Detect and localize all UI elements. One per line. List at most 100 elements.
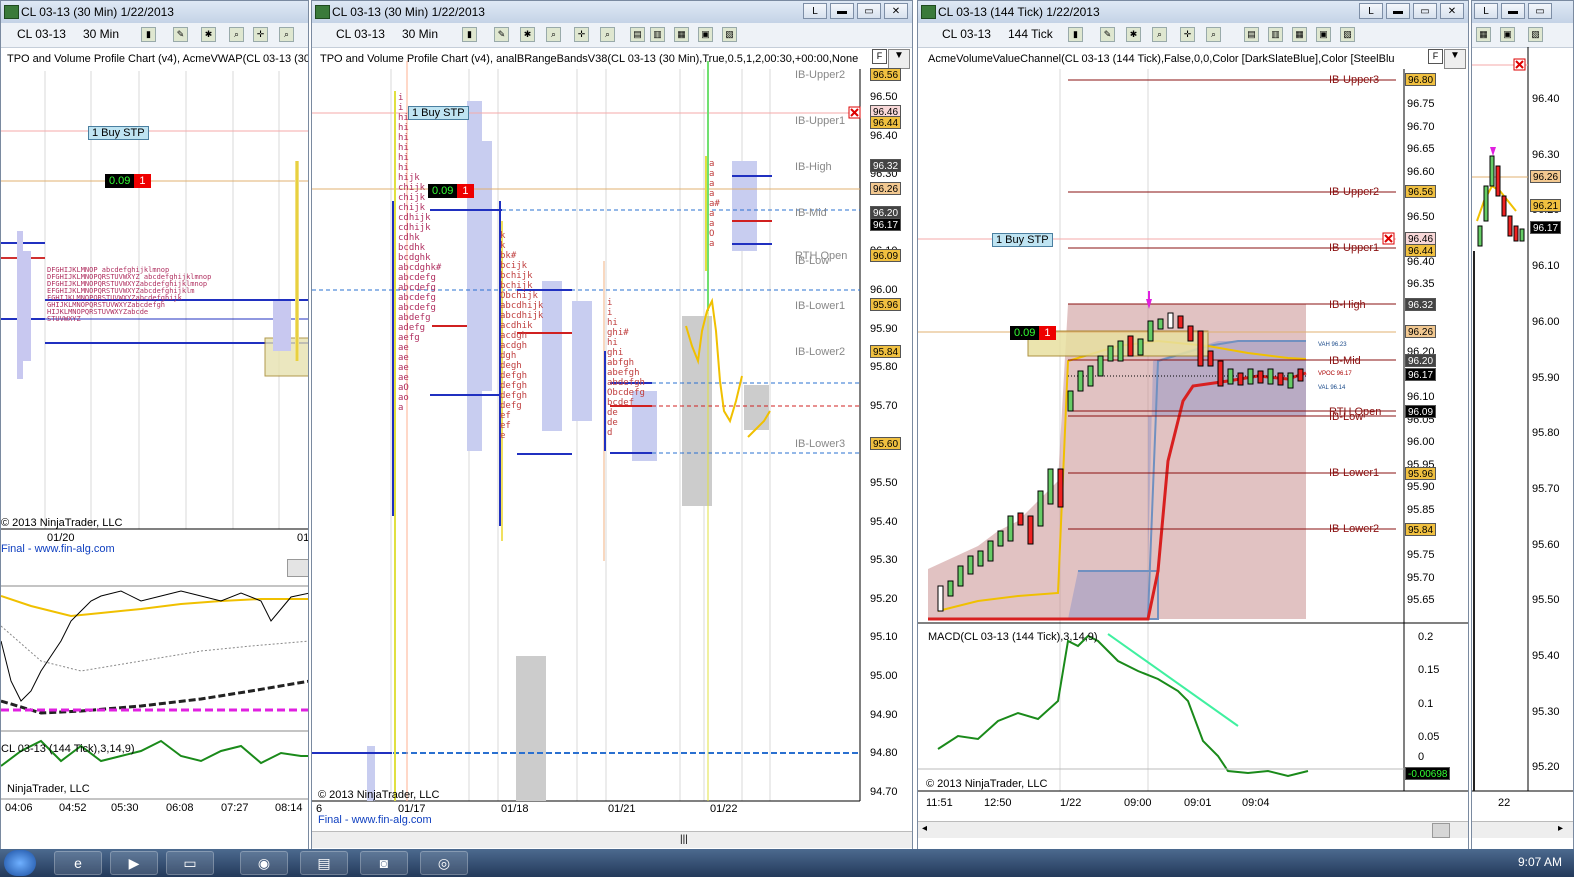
price-tag: 95.96 — [1405, 467, 1437, 480]
price-axis-label: 96.65 — [1407, 143, 1435, 156]
buy-stp-order[interactable]: 1 Buy STP — [992, 233, 1053, 247]
price-axis-label: 95.40 — [870, 515, 898, 528]
pnl-value: 0.09 — [428, 184, 458, 198]
tpo-profile-4: a a a a a# a a O a — [709, 159, 720, 249]
price-axis-label: 95.90 — [1407, 481, 1435, 494]
horizontal-scrollbar[interactable]: ||| — [312, 831, 912, 848]
buy-stp-order[interactable]: 1 Buy STP — [408, 106, 469, 120]
folder-icon[interactable]: ▭ — [166, 851, 214, 875]
far-right-chart-canvas[interactable] — [1472, 1, 1574, 850]
internet-explorer-icon[interactable]: e — [54, 851, 102, 875]
time-label: 09:00 — [1124, 797, 1152, 809]
macd-axis-label: 0 — [1418, 751, 1425, 763]
price-axis-label: 96.60 — [1407, 165, 1435, 178]
time-label: 06:08 — [166, 802, 194, 814]
ib-label: IB-Lower2 — [795, 346, 846, 358]
scroll-left-icon[interactable]: ◂ — [922, 823, 927, 834]
chrome-icon[interactable]: ◎ — [420, 851, 468, 875]
ib-label: IB-Lower2 — [1329, 523, 1380, 535]
ib-label: IB-Lower1 — [795, 300, 846, 312]
price-axis-label: 96.10 — [1407, 391, 1435, 404]
ib-label: IB-Upper3 — [1329, 74, 1380, 86]
tpo-profile-3: i i hi ghi# hi ghi abfgh abefgh abdefgh … — [607, 298, 645, 438]
position-pnl-marker[interactable]: 0.09 1 — [105, 174, 151, 188]
scroll-grip-icon: ||| — [680, 834, 688, 845]
price-tag: 96.20 — [1405, 354, 1437, 367]
time-label: 09:01 — [1184, 797, 1212, 809]
price-axis-label: 96.35 — [1407, 278, 1435, 291]
price-tag: 96.44 — [870, 116, 902, 129]
right-chart-window[interactable]: CL 03-13 (144 Tick) 1/22/2013 L ▬ ▭ ✕ CL… — [917, 0, 1469, 850]
price-tag: 96.80 — [1405, 73, 1437, 86]
price-tag: 96.32 — [1405, 298, 1437, 311]
price-axis-label: 96.75 — [1407, 98, 1435, 110]
price-axis-label: 95.70 — [1532, 482, 1560, 495]
price-axis-label: 96.00 — [1532, 315, 1560, 328]
position-qty: 1 — [1039, 326, 1056, 340]
ib-label: IB-Lower3 — [795, 438, 846, 450]
middle-chart-window[interactable]: CL 03-13 (30 Min) 1/22/2013 L ▬ ▭ ✕ CL 0… — [311, 0, 913, 850]
right-chart-canvas[interactable] — [918, 1, 1469, 850]
price-axis-label: 95.90 — [870, 322, 898, 335]
price-axis-label: 96.50 — [870, 91, 898, 103]
ib-label: IB-Mid — [795, 207, 827, 219]
position-qty: 1 — [134, 174, 151, 188]
fin-alg-link[interactable]: Final - www.fin-alg.com — [1, 543, 115, 555]
time-label: 11:51 — [926, 797, 953, 809]
ib-label: IB-Mid — [1329, 355, 1361, 367]
macd-value-tag: -0.00698 — [1405, 767, 1451, 780]
tpo-profile: DFGHIJKLMNOP abcdefghijklmnop DFGHIJKLMN… — [47, 266, 212, 323]
app-icon[interactable]: ◉ — [240, 851, 288, 875]
ib-label: IB-Upper2 — [795, 69, 846, 81]
date-label: 01/21 — [608, 803, 636, 815]
ib-label: IB-Upper1 — [1329, 242, 1380, 254]
price-tag: 95.84 — [870, 345, 902, 358]
price-tag: 96.56 — [870, 68, 902, 81]
price-tag: 96.26 — [870, 182, 902, 195]
notes-icon[interactable]: ▤ — [300, 851, 348, 875]
price-axis-label: 95.30 — [870, 554, 898, 567]
price-tag: 96.09 — [1405, 405, 1437, 418]
fin-alg-link[interactable]: Final - www.fin-alg.com — [318, 814, 432, 826]
position-pnl-marker[interactable]: 0.09 1 — [428, 184, 474, 198]
price-tag: 96.17 — [870, 218, 902, 231]
macd-label: CL 03-13 (144 Tick),3,14,9) — [1, 743, 135, 755]
tpo-profile-1: i i hi hi hi hi hi hi hijk chijk chijk c… — [398, 93, 442, 413]
horizontal-scrollbar[interactable]: ◂ — [918, 821, 1468, 838]
time-label: 05:30 — [111, 802, 139, 814]
pnl-value: 0.09 — [105, 174, 135, 188]
price-axis-label: 95.70 — [870, 399, 898, 412]
copyright: © 2013 NinjaTrader, LLC — [1, 517, 123, 529]
position-pnl-marker[interactable]: 0.09 1 — [1010, 326, 1056, 340]
panel-scroll-handle[interactable] — [287, 559, 308, 577]
price-axis-label: 95.60 — [1532, 538, 1560, 551]
price-axis-label: 95.20 — [870, 592, 898, 605]
price-axis-label: 96.00 — [870, 284, 898, 296]
ib-label: IB-Low — [1329, 411, 1364, 423]
horizontal-scrollbar[interactable]: ▸ — [1472, 821, 1573, 838]
left-chart-canvas[interactable] — [1, 1, 309, 850]
scroll-thumb[interactable] — [1432, 823, 1450, 838]
copyright-lower: NinjaTrader, LLC — [7, 783, 90, 795]
price-axis-label: 95.85 — [1407, 503, 1435, 516]
ib-label: IB-Low — [795, 255, 830, 267]
scroll-right-icon[interactable]: ▸ — [1558, 823, 1563, 834]
price-tag: 96.17 — [1530, 221, 1562, 234]
camera-icon[interactable]: ◙ — [360, 851, 408, 875]
windows-taskbar: e ▶ ▭ ◉ ▤ ◙ ◎ 9:07 AM — [0, 849, 1574, 877]
buy-stp-order[interactable]: 1 Buy STP — [88, 126, 149, 140]
price-axis-label: 95.50 — [1532, 594, 1560, 607]
start-button[interactable] — [4, 850, 36, 876]
price-axis-label: 95.75 — [1407, 549, 1435, 561]
ib-label: IB-High — [1329, 299, 1366, 311]
price-axis-label: 94.70 — [870, 785, 898, 798]
price-tag: 96.26 — [1405, 325, 1437, 338]
macd-axis-label: 0.1 — [1418, 698, 1434, 710]
tpo-profile-2: k k bk# bcijk bchijk bchijk Obchijk abcd… — [500, 231, 544, 441]
left-chart-window[interactable]: CL 03-13 (30 Min) 1/22/2013 CL 03-13 30 … — [0, 0, 309, 850]
price-axis-label: 95.50 — [870, 477, 898, 489]
ib-label: IB-Upper2 — [1329, 186, 1380, 198]
media-player-icon[interactable]: ▶ — [110, 851, 158, 875]
far-right-chart-window[interactable]: L ▬ ▭ ▦ ▣ ▧ 96.4096.3096.2096.1096.0095.… — [1471, 0, 1574, 850]
vpoc-label: VPOC 96.17 — [1318, 371, 1352, 377]
